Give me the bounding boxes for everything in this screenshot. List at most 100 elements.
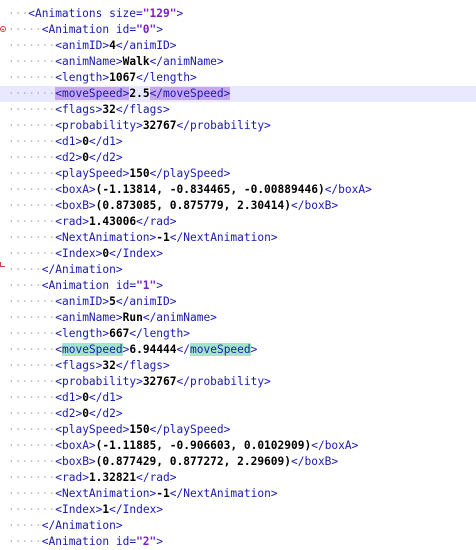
indent-guide: ·······	[8, 375, 56, 388]
code-line[interactable]: ····· <Animation id="0">	[0, 22, 476, 38]
xml-tag: </rad>	[136, 471, 177, 484]
code-line[interactable]: ······· <length>667</length>	[0, 326, 476, 342]
element-text: 32767	[142, 119, 177, 132]
gutter	[0, 38, 8, 54]
element-text: (0.873085, 0.875779, 2.30414)	[95, 199, 291, 212]
code-content: <d1>0</d1>	[55, 134, 122, 150]
code-line[interactable]: ······· <probability>32767</probability>	[0, 118, 476, 134]
code-line[interactable]: ······· <boxB>(0.873085, 0.875779, 2.3041…	[0, 198, 476, 214]
code-content: <length>1067</length>	[55, 70, 196, 86]
gutter	[0, 118, 8, 134]
code-line[interactable]: ······· <d1>0</d1>	[0, 134, 476, 150]
gutter	[0, 310, 8, 326]
code-content: <d2>0</d2>	[55, 150, 122, 166]
code-line[interactable]: ······· <animID>4</animID>	[0, 38, 476, 54]
xml-tag: <Animation	[41, 535, 116, 548]
element-text: (-1.11885, -0.906603, 0.0102909)	[95, 439, 312, 452]
xml-editor[interactable]: ··· <Animations size="129"> ····· <Animatio…	[0, 0, 476, 550]
gutter	[0, 486, 8, 502]
gutter	[0, 438, 8, 454]
fold-end-icon	[0, 262, 5, 267]
code-line[interactable]: ······· <rad>1.32821</rad>	[0, 470, 476, 486]
code-content: <flags>32</flags>	[55, 102, 170, 118]
code-line[interactable]: ······· <length>1067</length>	[0, 70, 476, 86]
xml-tag: <length>	[55, 71, 110, 84]
xml-tag: </probability>	[176, 119, 271, 132]
xml-tag: <animID>	[55, 295, 110, 308]
code-content: <boxA>(-1.11885, -0.906603, 0.0102909)</…	[55, 438, 358, 454]
gutter	[0, 246, 8, 262]
xml-tag: >	[250, 343, 258, 356]
element-text: 667	[109, 327, 130, 340]
xml-tag: </NextAnimation>	[169, 487, 278, 500]
code-line[interactable]: ······· <playSpeed>150</playSpeed>	[0, 166, 476, 182]
xml-tag: </boxB>	[291, 199, 339, 212]
fold-collapse-icon[interactable]	[0, 26, 6, 32]
code-line[interactable]: ······· <flags>32</flags>	[0, 102, 476, 118]
code-line[interactable]: ······· <d2>0</d2>	[0, 150, 476, 166]
xml-tag: </boxA>	[311, 439, 359, 452]
element-text: 32	[102, 359, 116, 372]
code-line[interactable]: ······· <boxB>(0.877429, 0.877272, 2.2960…	[0, 454, 476, 470]
code-content: <NextAnimation>-1</NextAnimation>	[55, 486, 277, 502]
indent-guide: ·······	[8, 407, 56, 420]
xml-tag: </animName>	[149, 55, 224, 68]
xml-tag: </d2>	[88, 151, 123, 164]
gutter	[0, 262, 8, 278]
gutter	[0, 358, 8, 374]
code-line[interactable]: ······· <boxA>(-1.11885, -0.906603, 0.010…	[0, 438, 476, 454]
xml-tag: </NextAnimation>	[169, 231, 278, 244]
gutter	[0, 454, 8, 470]
code-line[interactable]: ······· <Index>0</Index>	[0, 246, 476, 262]
element-text: 0	[82, 391, 89, 404]
indent-guide: ·······	[8, 471, 56, 484]
code-line[interactable]: ····· </Animation>	[0, 262, 476, 278]
xml-tag: </boxB>	[291, 455, 339, 468]
xml-tag: <playSpeed>	[55, 423, 130, 436]
indent-guide: ·······	[8, 215, 56, 228]
gutter	[0, 390, 8, 406]
xml-tag: </animName>	[142, 311, 217, 324]
code-content: <playSpeed>150</playSpeed>	[55, 166, 230, 182]
element-text: 0	[82, 407, 89, 420]
indent-guide: ·····	[8, 535, 42, 548]
code-line[interactable]: ····· <Animation id="2">	[0, 534, 476, 550]
code-line[interactable]: ······· <d1>0</d1>	[0, 390, 476, 406]
xml-tag: <animName>	[55, 55, 123, 68]
code-line[interactable]: ····· </Animation>	[0, 518, 476, 534]
code-line[interactable]: ······· <moveSpeed>6.94444</moveSpeed>	[0, 342, 476, 358]
code-line[interactable]: ··· <Animations size="129">	[0, 6, 476, 22]
xml-tag: <boxA>	[55, 183, 96, 196]
code-line[interactable]: ······· <rad>1.43006</rad>	[0, 214, 476, 230]
code-content: <playSpeed>150</playSpeed>	[55, 422, 230, 438]
indent-guide: ·······	[8, 151, 56, 164]
code-line[interactable]: ······· <NextAnimation>-1</NextAnimation>	[0, 230, 476, 246]
gutter	[0, 470, 8, 486]
xml-tag: <Animation	[41, 23, 116, 36]
xml-tag: <Index>	[55, 247, 103, 260]
code-line[interactable]: ····· <Animation id="1">	[0, 278, 476, 294]
element-text: 150	[129, 423, 150, 436]
gutter	[0, 534, 8, 550]
gutter	[0, 86, 8, 102]
indent-guide: ·······	[8, 439, 56, 452]
code-line[interactable]: ······· <animName>Walk</animName>	[0, 54, 476, 70]
code-content: <length>667</length>	[55, 326, 190, 342]
code-line[interactable]: ······· <boxA>(-1.13814, -0.834465, -0.00…	[0, 182, 476, 198]
code-line[interactable]: ······· <d2>0</d2>	[0, 406, 476, 422]
code-line[interactable]: ······· <Index>1</Index>	[0, 502, 476, 518]
code-line[interactable]: ······· <animName>Run</animName>	[0, 310, 476, 326]
xml-tag: <rad>	[55, 215, 89, 228]
xml-tag: >	[156, 535, 164, 548]
xml-tag: <probability>	[55, 119, 143, 132]
code-line[interactable]: ······· <probability>32767</probability>	[0, 374, 476, 390]
element-text: 1.32821	[88, 471, 137, 484]
code-line[interactable]: ······· <animID>5</animID>	[0, 294, 476, 310]
gutter	[0, 22, 8, 38]
code-line[interactable]: ······· <flags>32</flags>	[0, 358, 476, 374]
xml-tag: <d1>	[55, 391, 83, 404]
code-line[interactable]: ······· <playSpeed>150</playSpeed>	[0, 422, 476, 438]
code-line[interactable]: ······· <NextAnimation>-1</NextAnimation>	[0, 486, 476, 502]
code-line[interactable]: ······· <moveSpeed>2.5</moveSpeed>	[0, 86, 476, 102]
xml-tag: <moveSpeed>	[55, 87, 130, 100]
